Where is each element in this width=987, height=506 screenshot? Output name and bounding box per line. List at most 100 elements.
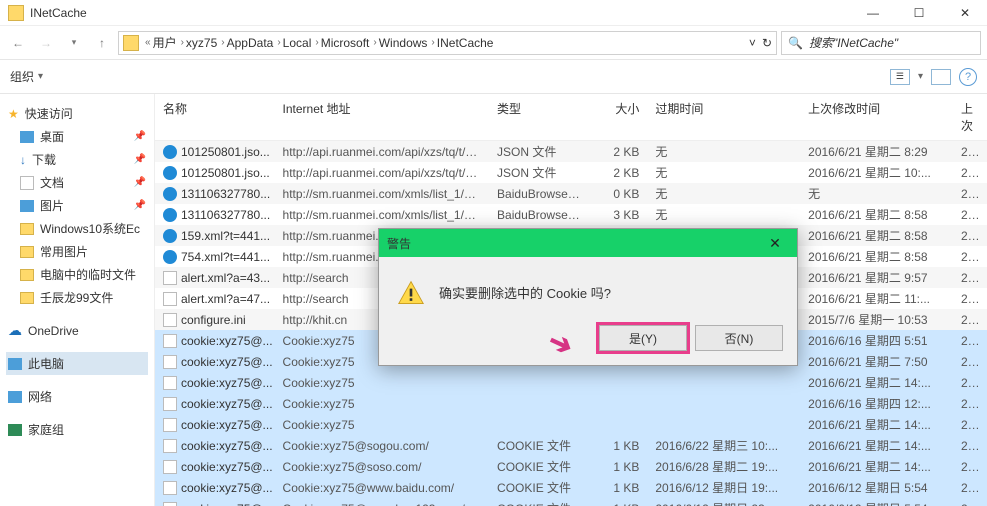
table-row[interactable]: cookie:xyz75@...Cookie:xyz75@www.hao123.… [155, 498, 987, 506]
table-row[interactable]: cookie:xyz75@...Cookie:xyz752016/6/21 星期… [155, 414, 987, 435]
search-icon: 🔍 [788, 36, 803, 50]
col-mod: 上次修改时间 [800, 94, 953, 140]
file-icon [163, 166, 177, 180]
folder-icon [20, 269, 34, 281]
sidebar-this-pc[interactable]: 此电脑 [6, 352, 148, 375]
file-icon [163, 418, 177, 432]
col-size: 大小 [590, 94, 648, 140]
warning-icon [397, 279, 425, 307]
col-exp: 过期时间 [647, 94, 800, 140]
sidebar-onedrive[interactable]: ☁OneDrive [6, 319, 148, 342]
organize-menu[interactable]: 组织▾ [10, 68, 43, 85]
sidebar-item-downloads[interactable]: ↓下载📌 [6, 148, 148, 171]
pin-icon: 📌 [134, 177, 146, 188]
dialog-yes-button[interactable]: 是(Y) [599, 325, 687, 351]
breadcrumb[interactable]: « 用户› xyz75› AppData› Local› Microsoft› … [118, 31, 777, 55]
dialog-message: 确实要删除选中的 Cookie 吗? [439, 279, 611, 302]
nav-row: ← → ▾ ↑ « 用户› xyz75› AppData› Local› Mic… [0, 26, 987, 60]
breadcrumb-dropdown-icon[interactable]: ˅ [749, 36, 756, 50]
close-button[interactable]: ✕ [951, 6, 979, 20]
download-icon: ↓ [20, 153, 26, 167]
sidebar-item-documents[interactable]: 文档📌 [6, 171, 148, 194]
file-icon [163, 355, 177, 369]
sidebar-item-folder[interactable]: 常用图片 [6, 240, 148, 263]
view-options-button[interactable]: ☰ [890, 69, 910, 85]
table-row[interactable]: 131106327780...http://sm.ruanmei.com/xml… [155, 183, 987, 204]
col-name: 名称 [155, 94, 275, 140]
file-icon [163, 229, 177, 243]
search-placeholder: 搜索"INetCache" [809, 34, 898, 51]
dialog-close-button[interactable]: ✕ [761, 235, 789, 252]
sidebar: ★快速访问 桌面📌 ↓下载📌 文档📌 图片📌 Windows10系统Ec 常用图… [0, 94, 155, 506]
minimize-button[interactable]: — [859, 6, 887, 20]
cloud-icon: ☁ [8, 322, 22, 339]
col-url: Internet 地址 [275, 94, 490, 140]
dialog-title: 警告 [387, 235, 411, 252]
help-button[interactable]: ? [959, 68, 977, 86]
sidebar-homegroup[interactable]: 家庭组 [6, 418, 148, 441]
star-icon: ★ [8, 107, 19, 121]
file-icon [163, 439, 177, 453]
warning-dialog: 警告 ✕ 确实要删除选中的 Cookie 吗? ➔ 是(Y) 否(N) [378, 228, 798, 366]
col-last: 上次 [953, 94, 987, 140]
table-row[interactable]: cookie:xyz75@...Cookie:xyz75@www.baidu.c… [155, 477, 987, 498]
recent-dropdown[interactable]: ▾ [62, 31, 86, 55]
picture-icon [20, 200, 34, 212]
document-icon [20, 176, 34, 190]
table-row[interactable]: 131106327780...http://sm.ruanmei.com/xml… [155, 204, 987, 225]
table-row[interactable]: cookie:xyz75@...Cookie:xyz752016/6/21 星期… [155, 372, 987, 393]
quick-access[interactable]: ★快速访问 [6, 102, 148, 125]
file-icon [163, 187, 177, 201]
desktop-icon [20, 131, 34, 143]
file-icon [163, 502, 177, 506]
back-button[interactable]: ← [6, 31, 30, 55]
window-title: INetCache [30, 6, 87, 20]
window-titlebar: INetCache — ☐ ✕ [0, 0, 987, 26]
column-headers[interactable]: 名称 Internet 地址 类型 大小 过期时间 上次修改时间 上次 [155, 94, 987, 141]
forward-button[interactable]: → [34, 31, 58, 55]
sidebar-item-folder[interactable]: Windows10系统Ec [6, 217, 148, 240]
sidebar-item-pictures[interactable]: 图片📌 [6, 194, 148, 217]
refresh-icon[interactable]: ↻ [762, 36, 772, 50]
table-row[interactable]: cookie:xyz75@...Cookie:xyz752016/6/16 星期… [155, 393, 987, 414]
maximize-button[interactable]: ☐ [905, 6, 933, 20]
sidebar-item-folder[interactable]: 壬辰龙99文件 [6, 286, 148, 309]
file-icon [163, 460, 177, 474]
col-type: 类型 [489, 94, 590, 140]
file-icon [163, 334, 177, 348]
dialog-no-button[interactable]: 否(N) [695, 325, 783, 351]
folder-icon [20, 223, 34, 235]
toolbar: 组织▾ ☰ ▾ ? [0, 60, 987, 94]
dialog-titlebar[interactable]: 警告 ✕ [379, 229, 797, 257]
table-row[interactable]: 101250801.jso...http://api.ruanmei.com/a… [155, 162, 987, 183]
folder-icon [8, 5, 24, 21]
file-icon [163, 397, 177, 411]
pin-icon: 📌 [134, 200, 146, 211]
file-icon [163, 313, 177, 327]
preview-pane-button[interactable] [931, 69, 951, 85]
sidebar-item-folder[interactable]: 电脑中的临时文件 [6, 263, 148, 286]
file-icon [163, 292, 177, 306]
search-input[interactable]: 🔍 搜索"INetCache" [781, 31, 981, 55]
sidebar-item-desktop[interactable]: 桌面📌 [6, 125, 148, 148]
folder-icon [20, 246, 34, 258]
file-icon [163, 250, 177, 264]
file-icon [163, 271, 177, 285]
file-icon [163, 208, 177, 222]
folder-icon [20, 292, 34, 304]
table-row[interactable]: 101250801.jso...http://api.ruanmei.com/a… [155, 141, 987, 162]
pin-icon: 📌 [134, 154, 146, 165]
table-row[interactable]: cookie:xyz75@...Cookie:xyz75@soso.com/CO… [155, 456, 987, 477]
file-icon [163, 481, 177, 495]
pc-icon [8, 358, 22, 370]
folder-icon [123, 35, 139, 51]
network-icon [8, 391, 22, 403]
view-dropdown-icon[interactable]: ▾ [918, 71, 923, 82]
up-button[interactable]: ↑ [90, 31, 114, 55]
file-icon [163, 145, 177, 159]
file-icon [163, 376, 177, 390]
pin-icon: 📌 [134, 131, 146, 142]
table-row[interactable]: cookie:xyz75@...Cookie:xyz75@sogou.com/C… [155, 435, 987, 456]
homegroup-icon [8, 424, 22, 436]
sidebar-network[interactable]: 网络 [6, 385, 148, 408]
